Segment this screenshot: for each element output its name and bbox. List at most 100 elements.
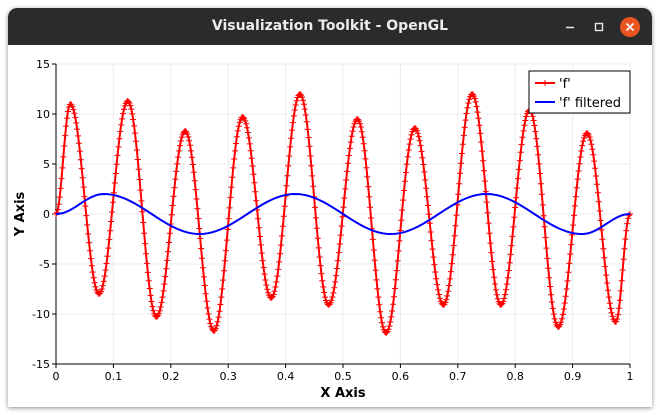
data-point-marker [264,286,271,293]
data-point-marker [289,119,296,126]
data-point-marker [101,273,108,280]
minimize-icon [566,26,574,29]
data-point-marker [141,230,148,237]
data-point-marker [538,191,545,198]
data-point-marker [279,223,286,230]
data-point-marker [378,314,385,321]
maximize-button[interactable] [588,16,610,38]
data-point-marker [458,150,465,157]
data-point-marker [335,249,342,256]
line-chart: 0 0.1 0.2 0.3 0.4 0.5 0.6 0.7 0.8 0.9 1 15 10 5 0 -5 -10… [13,58,634,401]
data-point-marker [418,148,425,155]
data-point-marker [173,168,180,175]
data-point-marker [149,303,156,310]
data-point-marker [312,204,318,211]
data-point-marker [427,229,434,235]
data-point-marker [601,254,608,261]
data-point-marker [283,182,290,189]
data-point-marker [533,135,540,142]
data-point-marker [515,166,522,173]
data-point-marker [587,137,594,144]
data-point-marker [291,107,298,113]
data-point-marker [250,171,257,178]
data-point-marker [58,175,65,182]
data-point-marker [341,195,348,201]
data-point-marker [158,299,165,306]
data-point-marker [436,291,442,298]
data-point-marker [293,97,300,104]
y-tick-label: -15 [32,358,50,371]
data-point-marker [535,151,542,158]
x-axis-title: X Axis [320,386,365,401]
data-point-marker [432,269,439,275]
data-point-marker [473,103,480,110]
data-point-marker [263,282,270,288]
data-point-marker [205,310,212,317]
data-point-marker [333,272,340,279]
data-point-marker [258,250,265,257]
title-bar[interactable]: Visualization Toolkit - OpenGL [8,8,652,45]
data-point-marker [187,142,194,149]
data-point-marker [616,297,623,304]
close-button[interactable] [619,16,641,38]
data-point-marker [347,139,354,145]
data-point-marker [537,180,544,187]
data-point-marker [425,211,432,218]
data-point-marker [90,274,97,281]
data-point-marker [82,203,89,210]
close-icon [620,17,640,37]
data-point-marker [484,209,491,216]
data-point-marker [422,176,429,183]
minimize-button[interactable] [559,16,581,38]
data-point-marker [222,257,228,264]
data-point-marker [312,214,319,221]
data-point-marker [509,233,516,240]
data-point-marker [350,124,357,130]
data-point-marker [64,115,70,122]
data-point-marker [257,241,264,248]
data-point-marker [163,265,170,272]
data-point-marker [223,237,230,244]
data-point-marker [234,127,241,134]
data-point-marker [198,245,205,252]
data-point-marker [406,141,413,148]
data-point-marker [550,311,557,318]
data-point-marker [166,230,173,237]
data-point-marker [115,143,122,150]
data-point-marker [142,240,149,247]
data-point-marker [144,269,151,276]
data-point-marker [486,230,493,237]
data-point-marker [106,236,113,243]
data-point-marker [104,253,111,260]
data-point-marker [214,318,221,325]
data-point-marker [394,257,401,264]
data-point-marker [541,223,548,230]
data-point-marker [201,282,208,289]
data-point-marker [253,197,260,204]
data-point-marker [120,110,126,117]
data-point-marker [303,118,310,125]
data-point-marker [113,161,120,168]
data-point-marker [448,260,455,267]
data-point-marker [192,186,199,193]
data-point-marker [338,223,345,229]
data-point-marker [364,173,371,180]
data-point-marker [537,170,543,177]
data-point-marker [451,232,458,239]
data-point-marker [599,236,606,243]
data-point-marker [307,152,314,159]
data-point-marker [145,277,152,284]
data-point-marker [60,153,67,160]
data-point-marker [398,217,405,224]
data-point-marker [417,142,424,149]
data-point-marker [248,155,255,162]
data-point-marker [344,168,351,175]
data-point-marker [393,267,400,274]
data-point-marker [197,235,204,242]
data-point-marker [114,152,121,159]
data-point-marker [407,136,414,143]
data-point-marker [447,268,454,275]
plot-area[interactable]: 0 0.1 0.2 0.3 0.4 0.5 0.6 0.7 0.8 0.9 1 15 10 5 0 -5 -10… [8,45,652,407]
y-axis-title: Y Axis [13,191,28,237]
x-tick-label: 0.1 [105,370,123,383]
